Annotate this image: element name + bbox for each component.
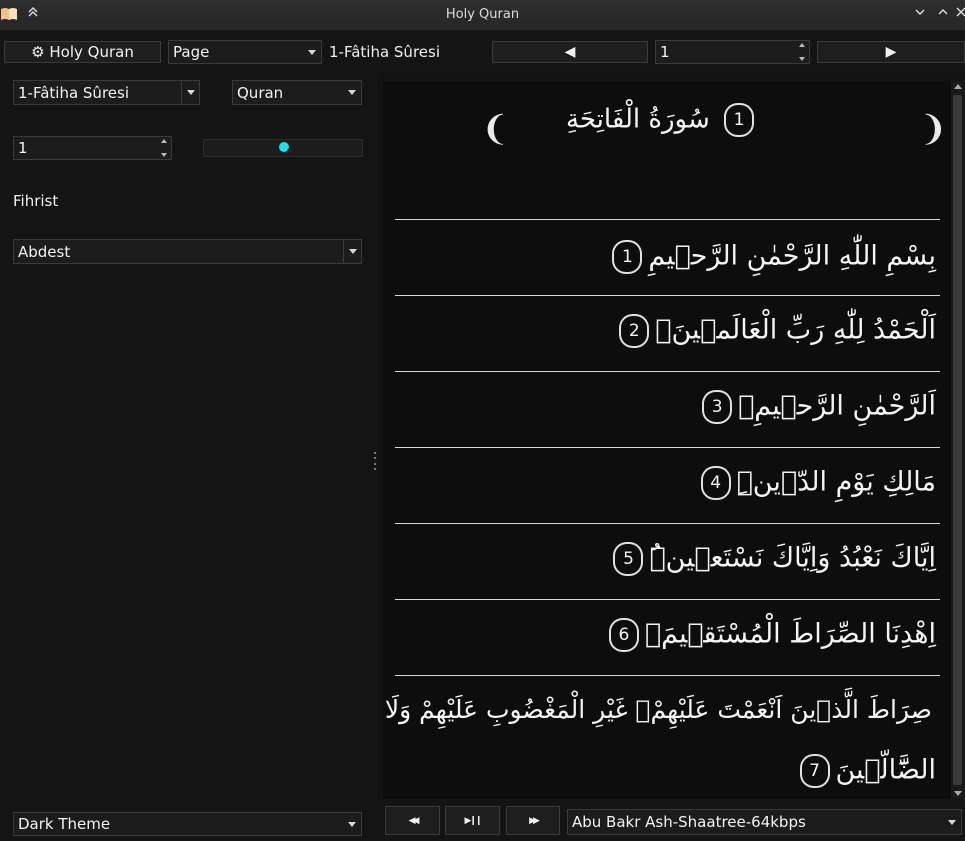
ayah-row[interactable]: بِسْمِ اللّٰهِ الرَّحْمٰنِ الرَّح۪يمِ1	[395, 219, 940, 295]
spin-arrows-icon[interactable]	[797, 43, 807, 61]
ayah-text: مَالِكِ يَوْمِ الدّ۪ينِۜ	[736, 466, 936, 498]
ayah-row[interactable]: اَلْحَمْدُ لِلّٰهِ رَبِّ الْعَالَم۪ينَۙ2	[395, 295, 940, 371]
chevron-down-icon	[303, 41, 321, 63]
chevron-down-icon	[343, 81, 361, 104]
window-title: Holy Quran	[445, 7, 520, 22]
previous-page-button[interactable]: ◀	[492, 41, 648, 63]
surah-title: 1 سُورَةُ الْفَاتِحَةِ	[483, 103, 843, 137]
ayah-text: اِيَّاكَ نَعْبُدُ وَاِيَّاكَ نَسْتَع۪ينُ…	[649, 542, 936, 574]
ayah-number-medallion: 3	[702, 390, 733, 424]
chevron-down-icon	[343, 813, 361, 835]
surah-index-medallion: 1	[724, 103, 755, 137]
window-titlebar: Holy Quran	[0, 0, 965, 31]
left-panel	[0, 73, 378, 841]
chevron-down-icon	[943, 810, 961, 834]
ayah-number-value: 1	[18, 139, 28, 157]
ayah-row[interactable]: مَالِكِ يَوْمِ الدّ۪ينِۜ4	[395, 447, 940, 523]
scroll-down-icon[interactable]	[954, 791, 962, 796]
fihrist-select-value: Abdest	[18, 242, 71, 261]
fihrist-label: Fihrist	[13, 192, 59, 210]
page-number-spinbox[interactable]: 1	[655, 40, 810, 64]
ayah-number-medallion: 2	[619, 314, 650, 348]
ayah-number-medallion: 7	[799, 754, 830, 788]
rewind-icon: ◀◀	[408, 815, 420, 826]
ayah-row[interactable]: اَلرَّحْمٰنِ الرَّح۪يمِۙ3	[395, 371, 940, 447]
ayah-number-medallion: 5	[613, 542, 644, 576]
ayah-row[interactable]: صِرَاطَ الَّذ۪ينَ اَنْعَمْتَ عَلَيْهِمْۙ…	[385, 675, 940, 799]
ayah-number-medallion: 6	[608, 618, 639, 652]
surah-select-value: 1-Fâtiha Sûresi	[18, 83, 129, 102]
reader-scrollbar[interactable]	[951, 81, 964, 799]
fihrist-select[interactable]: Abdest	[13, 239, 362, 264]
forward-button[interactable]: ▶▶	[506, 806, 560, 835]
ayah-text: اِهْدِنَا الصِّرَاطَ الْمُسْتَق۪يمَۙ	[644, 618, 936, 650]
next-icon: ▶	[885, 44, 897, 60]
next-page-button[interactable]: ▶	[817, 41, 965, 63]
text-source-select[interactable]: Quran	[232, 80, 362, 105]
ayah-text-continued: الضَّٓالّ۪ينَ	[835, 754, 937, 786]
surah-select[interactable]: 1-Fâtiha Sûresi	[13, 80, 200, 105]
reciter-select[interactable]: Abu Bakr Ash-Shaatree-64kbps	[567, 809, 962, 835]
chevron-down-icon	[181, 81, 199, 104]
ayah-number-spinbox[interactable]: 1	[13, 136, 172, 160]
ayah-row[interactable]: اِيَّاكَ نَعْبُدُ وَاِيَّاكَ نَسْتَع۪ينُ…	[395, 523, 940, 599]
view-mode-value: Page	[173, 43, 210, 61]
ayah-text: اَلْحَمْدُ لِلّٰهِ رَبِّ الْعَالَم۪ينَۙ	[655, 314, 936, 346]
text-source-value: Quran	[237, 83, 284, 102]
ayah-row[interactable]: اِهْدِنَا الصِّرَاطَ الْمُسْتَق۪يمَۙ6	[395, 599, 940, 675]
main-toolbar: ⚙ Holy Quran Page 1-Fâtiha Sûresi ◀ 1 ▶	[0, 31, 965, 73]
zoom-slider[interactable]	[203, 139, 363, 157]
ayah-text: اَلرَّحْمٰنِ الرَّح۪يمِۙ	[738, 390, 936, 422]
surah-title-text: سُورَةُ الْفَاتِحَةِ	[565, 104, 710, 135]
play-pause-button[interactable]: ▶❙❙	[445, 806, 500, 835]
scrollbar-thumb[interactable]	[953, 95, 962, 785]
minimize-icon[interactable]	[911, 6, 929, 24]
rewind-button[interactable]: ◀◀	[385, 806, 440, 835]
ayah-text: صِرَاطَ الَّذ۪ينَ اَنْعَمْتَ عَلَيْهِمْۙ…	[384, 695, 932, 724]
view-mode-select[interactable]: Page	[168, 40, 322, 64]
current-surah-label: 1-Fâtiha Sûresi	[329, 43, 440, 61]
scroll-up-icon[interactable]	[954, 84, 962, 89]
zoom-slider-handle[interactable]	[279, 142, 289, 152]
close-icon[interactable]	[952, 6, 965, 24]
theme-select[interactable]: Dark Theme	[13, 812, 362, 836]
spin-arrows-icon[interactable]	[159, 139, 169, 157]
forward-icon: ▶▶	[529, 815, 540, 826]
panel-splitter-handle[interactable]	[373, 452, 377, 470]
quran-reader[interactable]: ❨ 1 سُورَةُ الْفَاتِحَةِ ❩ بِسْمِ اللّٰه…	[383, 81, 951, 799]
ornament-bracket-right: ❩	[919, 109, 948, 149]
page-number-value: 1	[660, 43, 670, 61]
previous-icon: ◀	[564, 44, 576, 60]
chevron-down-icon	[343, 240, 361, 263]
ayah-number-medallion: 1	[612, 240, 643, 274]
theme-select-value: Dark Theme	[18, 815, 111, 833]
ayah-number-medallion: 4	[700, 466, 731, 500]
reciter-value: Abu Bakr Ash-Shaatree-64kbps	[572, 813, 806, 831]
settings-button[interactable]: ⚙ Holy Quran	[4, 41, 161, 63]
play-pause-icon: ▶❙❙	[464, 815, 482, 826]
maximize-icon[interactable]	[934, 6, 952, 24]
ayah-text: بِسْمِ اللّٰهِ الرَّحْمٰنِ الرَّح۪يمِ	[648, 240, 936, 272]
